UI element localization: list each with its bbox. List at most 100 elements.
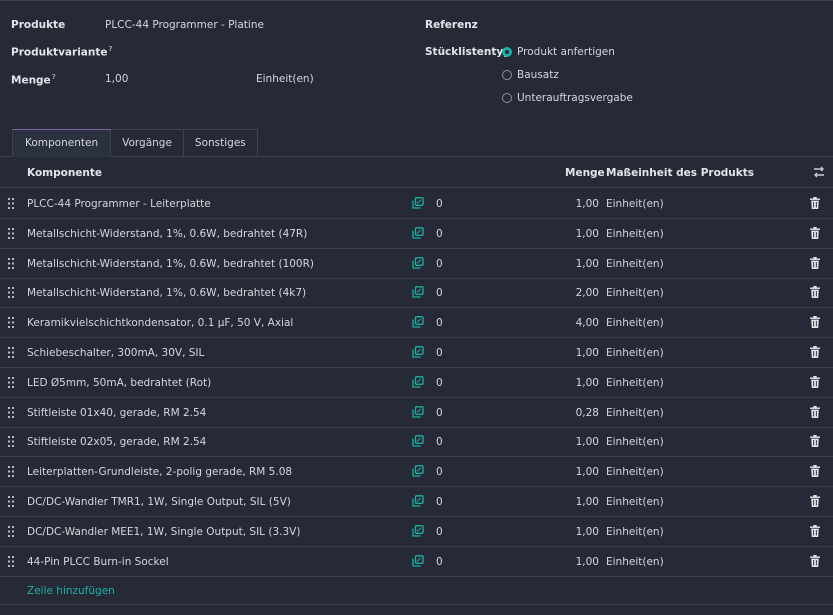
drag-handle-icon[interactable]	[8, 287, 14, 299]
drag-handle-icon[interactable]	[8, 227, 14, 239]
forecast-report-icon[interactable]	[412, 375, 424, 388]
component-quantity[interactable]: 1,00	[540, 228, 599, 240]
component-uom[interactable]: Einheit(en)	[606, 287, 664, 299]
add-line-link[interactable]: Zeile hinzufügen	[27, 585, 115, 597]
component-quantity[interactable]: 1,00	[540, 198, 599, 210]
component-uom[interactable]: Einheit(en)	[606, 198, 664, 210]
table-row[interactable]: Keramikvielschichtkondensator, 0.1 µF, 5…	[0, 308, 833, 339]
table-row[interactable]: DC/DC-Wandler MEE1, 1W, Single Output, S…	[0, 517, 833, 547]
component-quantity[interactable]: 1,00	[540, 496, 599, 508]
drag-handle-icon[interactable]	[8, 525, 14, 537]
drag-handle-icon[interactable]	[8, 198, 14, 209]
component-name[interactable]: Keramikvielschichtkondensator, 0.1 µF, 5…	[27, 317, 293, 329]
component-uom[interactable]: Einheit(en)	[606, 496, 664, 508]
table-row[interactable]: DC/DC-Wandler TMR1, 1W, Single Output, S…	[0, 487, 833, 517]
table-row[interactable]: Stiftleiste 02x05, gerade, RM 2.54 0 1,0…	[0, 427, 833, 458]
drag-handle-icon[interactable]	[8, 376, 14, 388]
component-uom[interactable]: Einheit(en)	[606, 436, 664, 448]
table-row[interactable]: LED Ø5mm, 50mA, bedrahtet (Rot) 0 1,00 E…	[0, 368, 833, 398]
table-row[interactable]: Metallschicht-Widerstand, 1%, 0.6W, bedr…	[0, 249, 833, 279]
forecast-report-icon[interactable]	[412, 286, 424, 299]
column-header-quantity[interactable]: Menge	[565, 167, 605, 179]
component-quantity[interactable]: 0,28	[540, 407, 599, 419]
trash-icon[interactable]	[810, 554, 820, 567]
help-tooltip-icon[interactable]: ?	[109, 45, 113, 53]
trash-icon[interactable]	[810, 465, 820, 478]
forecast-report-icon[interactable]	[412, 405, 424, 418]
drag-handle-icon[interactable]	[8, 257, 14, 269]
component-uom[interactable]: Einheit(en)	[606, 407, 664, 419]
forecast-report-icon[interactable]	[412, 226, 424, 239]
trash-icon[interactable]	[810, 286, 820, 299]
component-uom[interactable]: Einheit(en)	[606, 556, 664, 568]
trash-icon[interactable]	[810, 405, 820, 418]
component-name[interactable]: DC/DC-Wandler MEE1, 1W, Single Output, S…	[27, 526, 300, 538]
component-name[interactable]: DC/DC-Wandler TMR1, 1W, Single Output, S…	[27, 496, 291, 508]
tab-operations[interactable]: Vorgänge	[111, 129, 184, 157]
column-settings-icon[interactable]	[812, 165, 826, 179]
trash-icon[interactable]	[810, 316, 820, 329]
drag-handle-icon[interactable]	[8, 496, 14, 507]
component-quantity[interactable]: 1,00	[540, 526, 599, 538]
component-quantity[interactable]: 1,00	[540, 466, 599, 478]
product-field[interactable]: PLCC-44 Programmer - Platine	[105, 19, 264, 31]
table-row[interactable]: PLCC-44 Programmer - Leiterplatte 0 1,00…	[0, 189, 833, 219]
component-name[interactable]: 44-Pin PLCC Burn-in Sockel	[27, 556, 169, 568]
table-row[interactable]: Metallschicht-Widerstand, 1%, 0.6W, bedr…	[0, 219, 833, 249]
component-uom[interactable]: Einheit(en)	[606, 526, 664, 538]
forecast-report-icon[interactable]	[412, 554, 424, 567]
component-uom[interactable]: Einheit(en)	[606, 466, 664, 478]
forecast-report-icon[interactable]	[412, 256, 424, 269]
forecast-report-icon[interactable]	[412, 465, 424, 477]
component-name[interactable]: Schiebeschalter, 300mA, 30V, SIL	[27, 347, 204, 359]
drag-handle-icon[interactable]	[8, 406, 14, 418]
trash-icon[interactable]	[810, 256, 820, 269]
component-uom[interactable]: Einheit(en)	[606, 377, 664, 389]
component-quantity[interactable]: 1,00	[540, 258, 599, 270]
component-name[interactable]: PLCC-44 Programmer - Leiterplatte	[27, 198, 211, 210]
component-quantity[interactable]: 1,00	[540, 377, 599, 389]
component-quantity[interactable]: 2,00	[540, 287, 599, 299]
forecast-report-icon[interactable]	[412, 435, 424, 448]
component-quantity[interactable]: 1,00	[540, 556, 599, 568]
drag-handle-icon[interactable]	[8, 436, 14, 448]
table-row[interactable]: Schiebeschalter, 300mA, 30V, SIL 0 1,00 …	[0, 338, 833, 368]
radio-unchecked-icon[interactable]	[502, 93, 512, 103]
component-name[interactable]: Leiterplatten-Grundleiste, 2-polig gerad…	[27, 466, 292, 478]
component-uom[interactable]: Einheit(en)	[606, 317, 664, 329]
trash-icon[interactable]	[810, 346, 820, 358]
drag-handle-icon[interactable]	[8, 317, 14, 329]
forecast-report-icon[interactable]	[412, 495, 424, 507]
component-name[interactable]: Metallschicht-Widerstand, 1%, 0.6W, bedr…	[27, 228, 307, 240]
bom-type-option-kit[interactable]: Bausatz	[502, 69, 559, 81]
trash-icon[interactable]	[810, 524, 820, 537]
column-header-uom[interactable]: Maßeinheit des Produkts	[606, 167, 754, 179]
component-quantity[interactable]: 1,00	[540, 347, 599, 359]
forecast-report-icon[interactable]	[412, 316, 424, 328]
bom-type-option-subcontracting[interactable]: Unterauftragsvergabe	[502, 92, 633, 104]
tab-miscellaneous[interactable]: Sonstiges	[183, 129, 258, 157]
component-name[interactable]: Stiftleiste 01x40, gerade, RM 2.54	[27, 407, 206, 419]
radio-unchecked-icon[interactable]	[502, 70, 512, 80]
component-name[interactable]: Metallschicht-Widerstand, 1%, 0.6W, bedr…	[27, 258, 314, 270]
quantity-unit-field[interactable]: Einheit(en)	[256, 73, 314, 85]
forecast-report-icon[interactable]	[412, 197, 424, 209]
drag-handle-icon[interactable]	[8, 555, 14, 567]
trash-icon[interactable]	[810, 197, 820, 209]
table-row[interactable]: Stiftleiste 01x40, gerade, RM 2.54 0 0,2…	[0, 398, 833, 428]
component-name[interactable]: Stiftleiste 02x05, gerade, RM 2.54	[27, 436, 206, 448]
table-row[interactable]: 44-Pin PLCC Burn-in Sockel 0 1,00 Einhei…	[0, 547, 833, 577]
trash-icon[interactable]	[810, 375, 820, 388]
component-uom[interactable]: Einheit(en)	[606, 228, 664, 240]
forecast-report-icon[interactable]	[412, 346, 424, 358]
trash-icon[interactable]	[810, 226, 820, 239]
trash-icon[interactable]	[810, 495, 820, 507]
component-name[interactable]: LED Ø5mm, 50mA, bedrahtet (Rot)	[27, 377, 211, 389]
radio-checked-icon[interactable]	[502, 47, 512, 57]
bom-type-option-manufacture[interactable]: Produkt anfertigen	[502, 46, 615, 58]
component-quantity[interactable]: 4,00	[540, 317, 599, 329]
component-quantity[interactable]: 1,00	[540, 436, 599, 448]
drag-handle-icon[interactable]	[8, 466, 14, 478]
table-row[interactable]: Metallschicht-Widerstand, 1%, 0.6W, bedr…	[0, 278, 833, 309]
tab-components[interactable]: Komponenten	[12, 129, 112, 157]
